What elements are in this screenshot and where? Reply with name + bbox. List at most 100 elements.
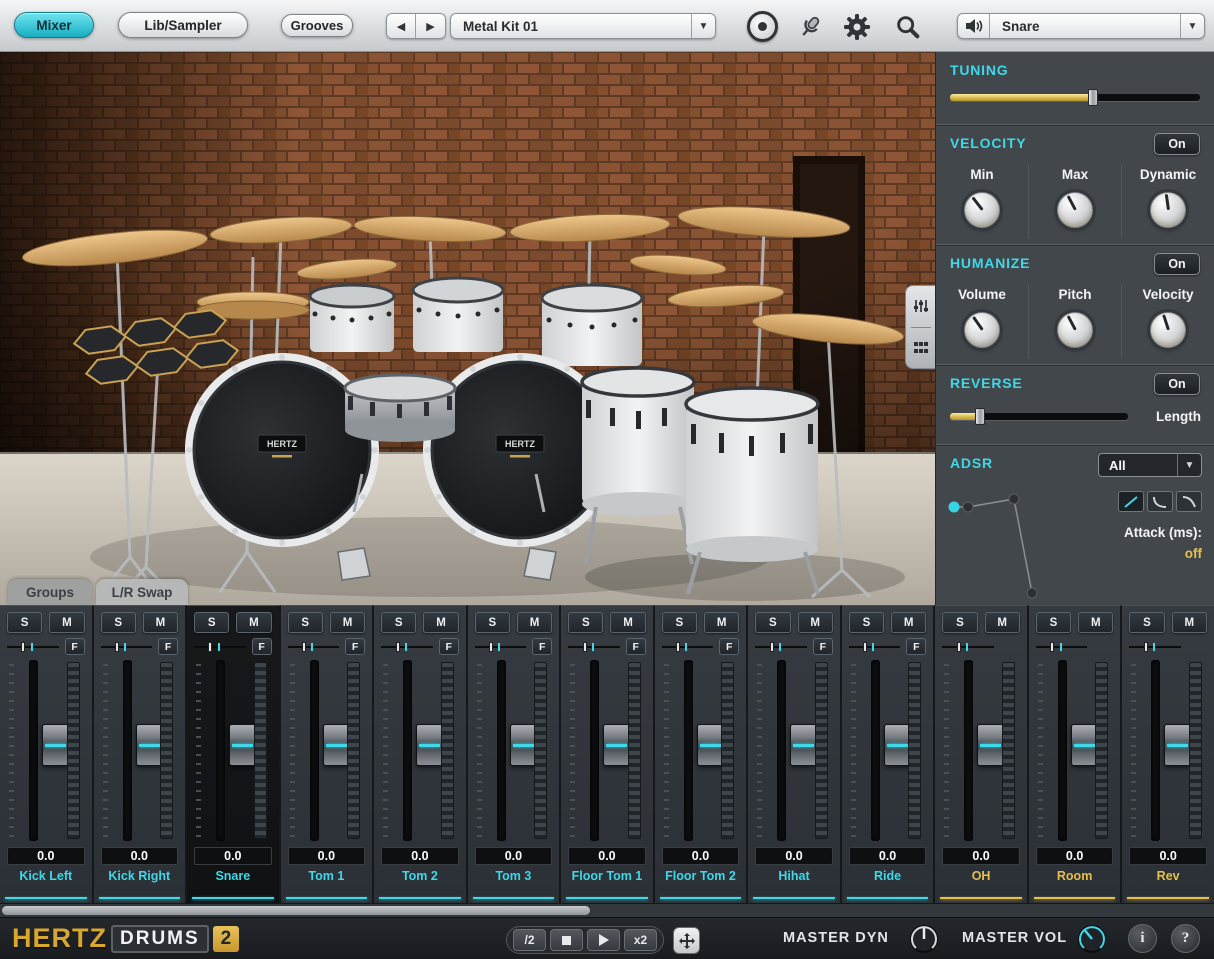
fader-handle[interactable] [136,724,163,766]
mute-button[interactable]: M [798,612,833,633]
mixer-tab-button[interactable]: Mixer [14,12,94,38]
mixer-scrollbar[interactable] [0,903,1214,917]
volume-fader[interactable] [964,660,973,841]
pan-handle[interactable] [583,642,587,652]
info-button[interactable]: i [1128,924,1157,953]
fx-button[interactable]: F [345,638,365,655]
mute-button[interactable]: M [423,612,458,633]
mute-button[interactable]: M [610,612,645,633]
snare-drum[interactable] [345,375,455,442]
mixer-scrollbar-thumb[interactable] [2,906,590,915]
mute-button[interactable]: M [330,612,365,633]
mute-button[interactable]: M [49,612,84,633]
speaker-icon[interactable] [958,14,990,38]
pan-slider[interactable] [194,641,246,653]
volume-fader[interactable] [684,660,693,841]
fader-handle[interactable] [229,724,256,766]
solo-button[interactable]: S [381,612,416,633]
pan-slider[interactable] [288,641,340,653]
fx-button[interactable]: F [626,638,646,655]
mute-button[interactable]: M [1078,612,1113,633]
grooves-tab-button[interactable]: Grooves [281,14,353,37]
volume-fader[interactable] [777,660,786,841]
pan-slider[interactable] [568,641,620,653]
velocity-on-button[interactable]: On [1154,133,1200,155]
volume-fader[interactable] [871,660,880,841]
mute-button[interactable]: M [143,612,178,633]
channel-name[interactable]: Tom 3 [475,868,553,886]
solo-button[interactable]: S [7,612,42,633]
help-button[interactable]: ? [1171,924,1200,953]
pan-slider[interactable] [7,641,59,653]
channel-name[interactable]: Ride [849,868,927,886]
curve-convex-button[interactable] [1176,491,1202,512]
channel-name[interactable]: Tom 2 [381,868,459,886]
fx-button[interactable]: F [65,638,85,655]
mute-button[interactable]: M [1172,612,1207,633]
channel-name[interactable]: Kick Left [7,868,85,886]
volume-fader[interactable] [216,660,225,841]
velocity-dynamic-knob[interactable] [1150,192,1186,228]
channel-name[interactable]: Rev [1129,868,1207,886]
lr-swap-tab[interactable]: L/R Swap [96,579,188,605]
record-button[interactable] [747,11,778,42]
reverse-length-slider[interactable] [950,413,1128,420]
velocity-max-knob[interactable] [1057,192,1093,228]
pan-handle[interactable] [863,642,867,652]
adsr-decay-point[interactable] [963,502,973,512]
panel-flyout-tab[interactable] [905,285,935,369]
fader-handle[interactable] [416,724,443,766]
reverse-slider-handle[interactable] [975,408,985,425]
solo-button[interactable]: S [288,612,323,633]
play-button[interactable] [587,929,620,951]
reverse-on-button[interactable]: On [1154,373,1200,395]
humanize-on-button[interactable]: On [1154,253,1200,275]
volume-fader[interactable] [29,660,38,841]
adsr-target-dropdown[interactable]: All ▼ [1098,453,1202,477]
groups-tab[interactable]: Groups [8,579,92,605]
channel-name[interactable]: Room [1036,868,1114,886]
pan-handle[interactable] [1050,642,1054,652]
channel-name[interactable]: Kick Right [101,868,179,886]
volume-fader[interactable] [497,660,506,841]
fx-button[interactable]: F [719,638,739,655]
curve-linear-button[interactable] [1118,491,1144,512]
pan-handle[interactable] [1144,642,1148,652]
channel-name[interactable]: Floor Tom 2 [662,868,740,886]
pan-slider[interactable] [381,641,433,653]
fx-button[interactable]: F [158,638,178,655]
instrument-selector-dropdown[interactable]: Snare ▼ [957,13,1205,39]
mute-button[interactable]: M [704,612,739,633]
settings-gear-icon[interactable] [841,11,873,43]
master-vol-knob[interactable] [1076,923,1108,955]
solo-button[interactable]: S [194,612,229,633]
fader-handle[interactable] [884,724,911,766]
stop-button[interactable] [550,929,583,951]
pan-slider[interactable] [1036,641,1088,653]
mute-button[interactable]: M [891,612,926,633]
channel-name[interactable]: Snare [194,868,272,886]
master-dyn-knob[interactable] [908,923,940,955]
curve-concave-button[interactable] [1147,491,1173,512]
fader-handle[interactable] [323,724,350,766]
fx-button[interactable]: F [532,638,552,655]
pan-handle[interactable] [115,642,119,652]
solo-button[interactable]: S [849,612,884,633]
volume-fader[interactable] [310,660,319,841]
mute-button[interactable]: M [236,612,271,633]
volume-fader[interactable] [123,660,132,841]
next-kit-button[interactable]: ▶ [416,14,445,38]
mute-button[interactable]: M [985,612,1020,633]
pan-handle[interactable] [302,642,306,652]
mute-button[interactable]: M [517,612,552,633]
pan-slider[interactable] [942,641,994,653]
pan-slider[interactable] [662,641,714,653]
mic-icon[interactable] [794,11,826,43]
adsr-sustain-point[interactable] [1009,494,1019,504]
fader-handle[interactable] [603,724,630,766]
double-tempo-button[interactable]: x2 [624,929,657,951]
drum-kit-scene[interactable]: HERTZ HERTZ [0,52,935,605]
fader-handle[interactable] [42,724,69,766]
fader-handle[interactable] [697,724,724,766]
pan-handle[interactable] [676,642,680,652]
